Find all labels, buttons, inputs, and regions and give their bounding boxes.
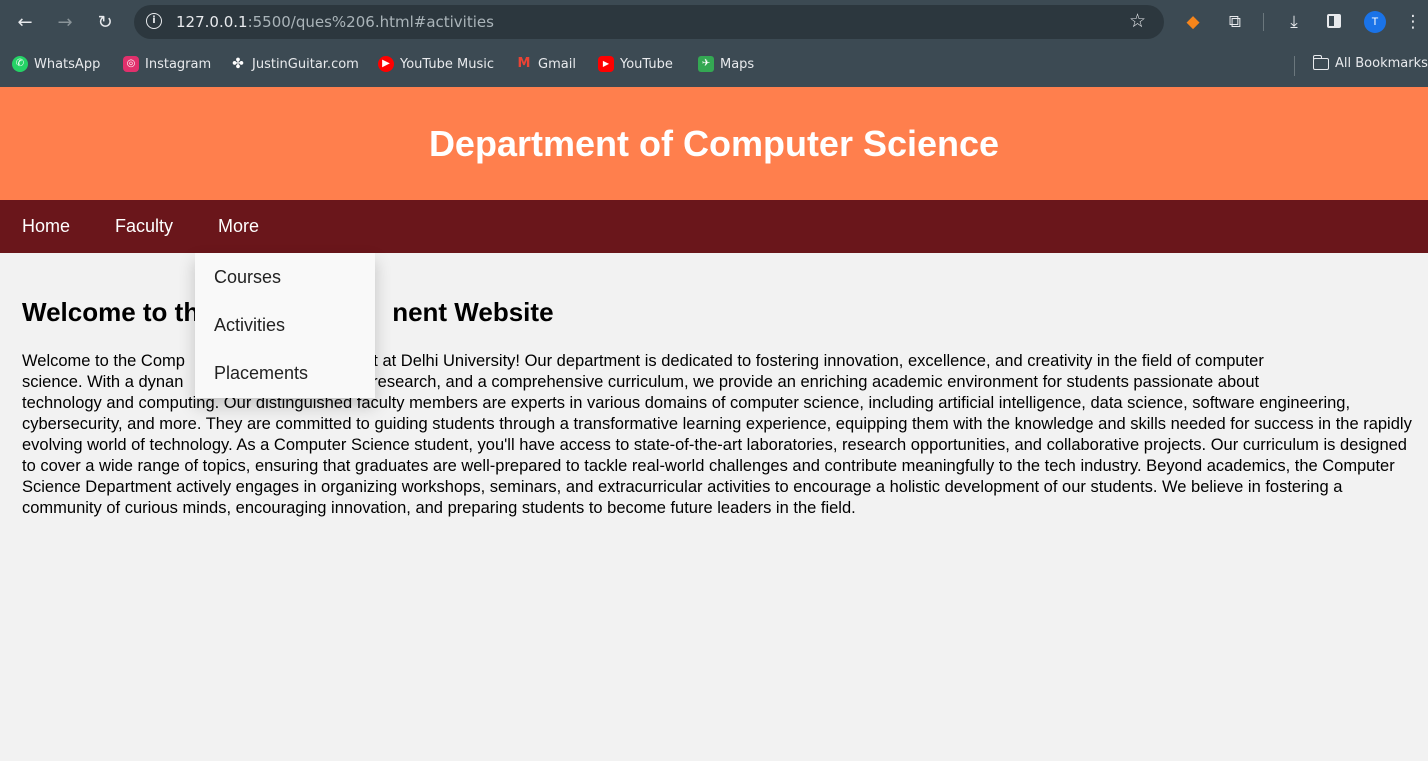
address-bar[interactable]: i 127.0.0.1:5500/ques%206.html#activitie…: [134, 5, 1164, 39]
para-line2-end: e research, and a comprehensive curricul…: [358, 373, 1260, 391]
download-icon[interactable]: ⤓: [1281, 9, 1307, 35]
welcome-heading-left: Welcome to th: [22, 297, 200, 327]
bookmark-justinguitar[interactable]: ✤ JustinGuitar.com: [230, 56, 359, 72]
nav-more[interactable]: More: [218, 216, 259, 237]
url-host: 127.0.0.1: [176, 13, 248, 31]
folder-icon: [1312, 54, 1329, 70]
dropdown-item-activities[interactable]: Activities: [214, 315, 285, 336]
instagram-icon: ◎: [123, 56, 139, 72]
site-header: Department of Computer Science: [0, 87, 1428, 200]
gmail-icon: M: [517, 56, 531, 71]
side-panel-icon[interactable]: [1327, 14, 1341, 28]
toolbar-divider: [1263, 13, 1264, 31]
menu-kebab-icon[interactable]: ⋮: [1400, 9, 1426, 35]
whatsapp-icon: ✆: [12, 56, 28, 72]
bookmark-youtube-music[interactable]: ▶ YouTube Music: [378, 56, 494, 72]
bookmark-label: YouTube Music: [400, 56, 494, 72]
bookmarks-divider: [1294, 56, 1295, 76]
all-bookmarks-label: All Bookmarks: [1335, 56, 1428, 71]
bookmark-youtube[interactable]: ▶ YouTube: [598, 56, 673, 72]
bookmark-instagram[interactable]: ◎ Instagram: [123, 56, 211, 72]
site-navbar: Home Faculty More: [0, 200, 1428, 253]
bookmark-label: Gmail: [538, 56, 576, 72]
dropdown-item-placements[interactable]: Placements: [214, 363, 308, 384]
nav-home[interactable]: Home: [22, 216, 70, 237]
url-text[interactable]: 127.0.0.1:5500/ques%206.html#activities: [176, 13, 494, 31]
bookmark-gmail[interactable]: M Gmail: [516, 56, 576, 72]
bookmark-star-icon[interactable]: ☆: [1129, 10, 1146, 32]
welcome-heading-right: nent Website: [392, 297, 554, 327]
metamask-extension-icon[interactable]: ◆: [1180, 9, 1206, 35]
bookmarks-bar: ✆ WhatsApp ◎ Instagram ✤ JustinGuitar.co…: [0, 44, 1428, 87]
justinguitar-icon: ✤: [232, 56, 244, 72]
bookmark-label: YouTube: [620, 56, 673, 72]
browser-toolbar: ← → ↻ i 127.0.0.1:5500/ques%206.html#act…: [0, 0, 1428, 44]
bookmark-label: JustinGuitar.com: [252, 56, 359, 72]
maps-icon: ✈: [698, 56, 714, 72]
youtube-icon: ▶: [598, 56, 614, 72]
para-line1-end: ent at Delhi University! Our department …: [354, 352, 1264, 370]
para-line1-start: Welcome to the Comp: [22, 352, 185, 370]
paragraph-rest: technology and computing. Our distinguis…: [22, 394, 1412, 517]
site-title: Department of Computer Science: [428, 123, 1000, 164]
bookmark-label: Maps: [720, 56, 755, 72]
reload-icon[interactable]: ↻: [92, 9, 118, 35]
youtube-music-icon: ▶: [378, 56, 394, 72]
nav-faculty[interactable]: Faculty: [115, 216, 173, 237]
forward-arrow-icon[interactable]: →: [52, 9, 78, 35]
dropdown-item-courses[interactable]: Courses: [214, 267, 281, 288]
all-bookmarks-button[interactable]: All Bookmarks: [1312, 54, 1428, 71]
profile-avatar[interactable]: T: [1364, 11, 1386, 33]
bookmark-maps[interactable]: ✈ Maps: [698, 56, 754, 72]
para-line2-start: science. With a dynan: [22, 373, 184, 391]
site-info-icon[interactable]: i: [146, 13, 162, 29]
more-dropdown-menu: Courses Activities Placements: [195, 253, 375, 398]
bookmark-whatsapp[interactable]: ✆ WhatsApp: [12, 56, 100, 72]
extensions-puzzle-icon[interactable]: ⧉: [1222, 9, 1248, 35]
url-path: :5500/ques%206.html#activities: [247, 13, 494, 31]
bookmark-label: WhatsApp: [34, 56, 101, 72]
back-arrow-icon[interactable]: ←: [12, 9, 38, 35]
bookmark-label: Instagram: [145, 56, 212, 72]
